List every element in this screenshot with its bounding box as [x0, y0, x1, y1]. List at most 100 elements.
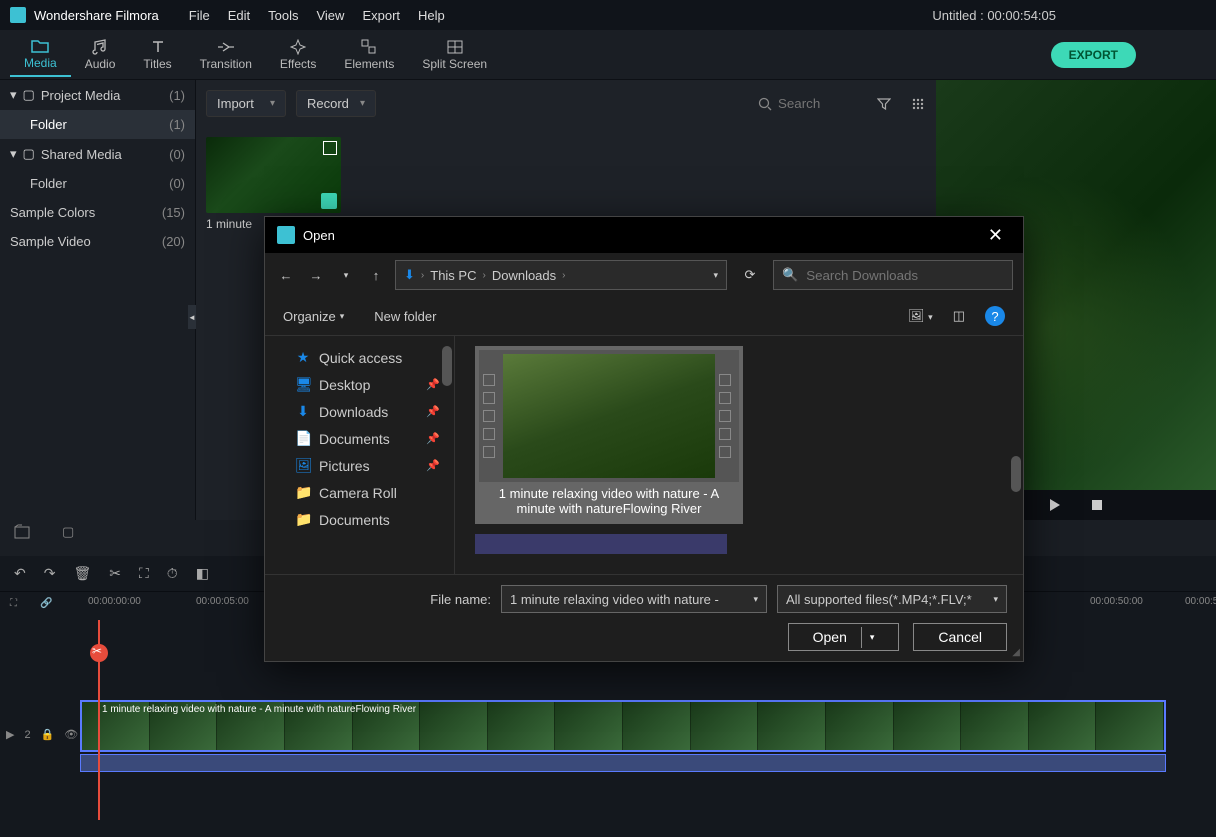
- menu-help[interactable]: Help: [418, 8, 445, 23]
- time-mark: 00:00:50:00: [1090, 596, 1143, 607]
- tab-split-screen[interactable]: Split Screen: [408, 34, 501, 76]
- tab-audio[interactable]: Audio: [71, 34, 130, 76]
- filename-combo[interactable]: 1 minute relaxing video with nature - ▾: [501, 585, 767, 613]
- view-mode-button[interactable]: 🖼 ▾: [908, 308, 933, 324]
- file-item-2[interactable]: [475, 534, 727, 554]
- item-count: (0): [169, 147, 185, 162]
- menu-export[interactable]: Export: [362, 8, 400, 23]
- sidebar-item-folder[interactable]: Folder (1): [0, 110, 195, 139]
- nav-forward-button[interactable]: →: [305, 268, 327, 283]
- file-open-dialog: Open ✕ ← → ▾ ↑ ⬇ › This PC › Downloads ›…: [264, 216, 1024, 662]
- tree-documents-2[interactable]: 📁Documents: [265, 506, 454, 533]
- tab-media[interactable]: Media: [10, 33, 71, 77]
- grid-view-icon[interactable]: [910, 96, 926, 112]
- organize-button[interactable]: Organize ▾: [283, 309, 344, 324]
- tree-scrollbar[interactable]: [442, 346, 452, 386]
- menu-view[interactable]: View: [316, 8, 344, 23]
- stop-button[interactable]: [1091, 499, 1103, 511]
- tab-titles[interactable]: Titles: [129, 34, 185, 76]
- crumb-downloads[interactable]: Downloads: [492, 268, 556, 283]
- sidebar-item-folder-2[interactable]: Folder (0): [0, 169, 195, 198]
- tree-quick-access[interactable]: ★Quick access: [265, 344, 454, 371]
- selection-icon: [323, 141, 337, 155]
- playhead[interactable]: [98, 620, 100, 820]
- tree-documents[interactable]: 📄Documents📌: [265, 425, 454, 452]
- files-scrollbar[interactable]: [1011, 456, 1021, 492]
- media-search-input[interactable]: [778, 96, 858, 111]
- undo-button[interactable]: ↶: [14, 565, 26, 582]
- sidebar-item-shared-media[interactable]: ▾ ▢ Shared Media (0): [0, 139, 195, 169]
- import-dropdown[interactable]: Import▾: [206, 90, 286, 117]
- open-button[interactable]: Open ▾: [788, 623, 900, 651]
- open-split-button[interactable]: ▾: [861, 627, 883, 648]
- tab-transition[interactable]: Transition: [186, 34, 266, 76]
- add-folder-icon[interactable]: ▢: [62, 524, 74, 540]
- folder-icon: 📁: [295, 511, 311, 528]
- dialog-search-input[interactable]: [806, 268, 1004, 283]
- dialog-search[interactable]: 🔍: [773, 260, 1013, 290]
- cut-button[interactable]: ✂: [109, 565, 121, 582]
- sidebar-item-project-media[interactable]: ▾ ▢ Project Media (1): [0, 80, 195, 110]
- redo-button[interactable]: ↷: [44, 565, 56, 582]
- nav-back-button[interactable]: ←: [275, 268, 297, 283]
- folder-icon: [31, 38, 49, 54]
- address-bar[interactable]: ⬇ › This PC › Downloads › ▾: [395, 260, 727, 290]
- record-dropdown[interactable]: Record▾: [296, 90, 376, 117]
- lock-icon[interactable]: 🔒: [41, 728, 55, 741]
- tree-label: Camera Roll: [319, 485, 397, 501]
- tree-downloads[interactable]: ⬇Downloads📌: [265, 398, 454, 425]
- tree-pictures[interactable]: 🖼Pictures📌: [265, 452, 454, 479]
- pin-icon: 📌: [426, 378, 440, 391]
- pin-icon: 📌: [426, 405, 440, 418]
- chevron-down-icon: ▾: [360, 98, 365, 109]
- tree-desktop[interactable]: 🖥Desktop📌: [265, 371, 454, 398]
- nav-up-button[interactable]: ↑: [365, 268, 387, 283]
- crop-button[interactable]: ⛶: [139, 565, 149, 582]
- play-button[interactable]: [1049, 498, 1061, 512]
- folder-icon: ▢: [23, 87, 35, 103]
- chevron-down-icon[interactable]: ▾: [713, 270, 718, 281]
- help-button[interactable]: ?: [985, 306, 1005, 326]
- title-bar: Wondershare Filmora File Edit Tools View…: [0, 0, 1216, 30]
- file-item-video[interactable]: 1 minute relaxing video with nature - A …: [475, 346, 743, 524]
- cancel-button[interactable]: Cancel: [913, 623, 1007, 651]
- sidebar-item-sample-video[interactable]: Sample Video (20): [0, 227, 195, 256]
- new-folder-icon[interactable]: [14, 524, 32, 540]
- visibility-icon[interactable]: 👁: [64, 728, 78, 741]
- close-button[interactable]: ✕: [980, 225, 1011, 246]
- dropdown-label: Import: [217, 96, 254, 111]
- preview-pane-button[interactable]: ◫: [953, 308, 965, 324]
- link-icon[interactable]: ⛶: [10, 598, 17, 609]
- menu-edit[interactable]: Edit: [228, 8, 250, 23]
- menu-tools[interactable]: Tools: [268, 8, 298, 23]
- delete-button[interactable]: 🗑: [73, 565, 91, 582]
- sidebar-item-sample-colors[interactable]: Sample Colors (15): [0, 198, 195, 227]
- filename-value: 1 minute relaxing video with nature -: [510, 592, 719, 607]
- color-button[interactable]: ◧: [196, 565, 209, 582]
- tab-label: Audio: [85, 57, 116, 71]
- sidebar-label: Folder: [30, 117, 67, 132]
- export-button[interactable]: EXPORT: [1051, 42, 1136, 68]
- filetype-combo[interactable]: All supported files(*.MP4;*.FLV;* ▾: [777, 585, 1007, 613]
- tree-camera-roll[interactable]: 📁Camera Roll: [265, 479, 454, 506]
- panel-collapse-handle[interactable]: ◄: [188, 305, 196, 329]
- tab-elements[interactable]: Elements: [330, 34, 408, 76]
- shapes-icon: [360, 39, 378, 55]
- new-folder-button[interactable]: New folder: [374, 309, 436, 324]
- tool-tabs: Media Audio Titles Transition Effects El…: [0, 30, 1216, 80]
- resize-handle-icon[interactable]: ◢: [1012, 647, 1020, 658]
- audio-clip[interactable]: [80, 754, 1166, 772]
- speed-button[interactable]: ⏱: [167, 565, 178, 582]
- filter-icon[interactable]: [876, 96, 892, 112]
- dialog-titlebar: Open ✕: [265, 217, 1023, 253]
- file-list[interactable]: 1 minute relaxing video with nature - A …: [455, 336, 1023, 574]
- crumb-this-pc[interactable]: This PC: [430, 268, 476, 283]
- item-count: (1): [169, 117, 185, 132]
- nav-history-button[interactable]: ▾: [335, 270, 357, 281]
- link-icon[interactable]: 🔗: [40, 598, 52, 609]
- refresh-button[interactable]: ⟳: [735, 267, 765, 283]
- menu-file[interactable]: File: [189, 8, 210, 23]
- video-clip[interactable]: 1 minute relaxing video with nature - A …: [80, 700, 1166, 752]
- track-number: 2: [24, 729, 30, 741]
- tab-effects[interactable]: Effects: [266, 34, 330, 76]
